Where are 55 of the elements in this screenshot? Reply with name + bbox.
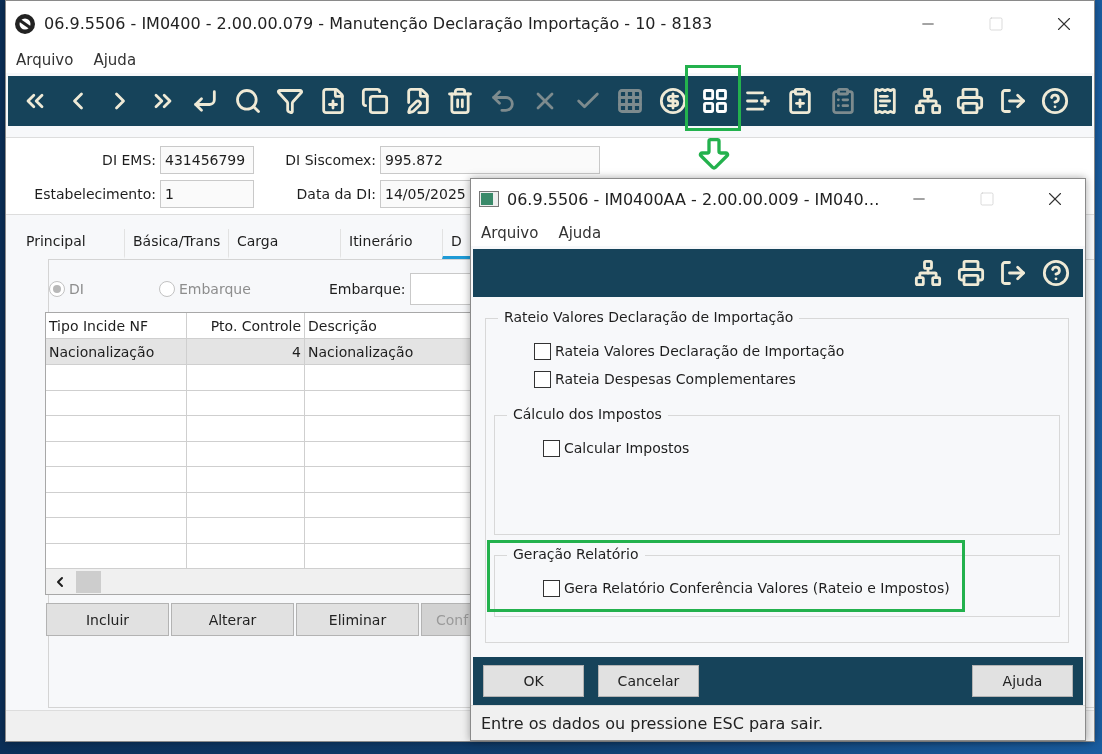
checkbox-label: Gera Relatório Conferência Valores (Rateio e Impostos)	[564, 580, 950, 596]
group-title: Rateio Valores Declaração de Importação	[498, 309, 800, 325]
group-title: Geração Relatório	[507, 546, 645, 562]
copy-icon[interactable]	[361, 87, 390, 115]
table-cell: 4	[187, 339, 305, 364]
field-label: DI Siscomex:	[284, 152, 376, 168]
logo-icon	[14, 12, 36, 35]
action-button[interactable]: Eliminar	[296, 603, 419, 636]
column-header: Tipo Incide NF	[46, 313, 187, 338]
tree-icon[interactable]	[914, 259, 943, 287]
help-icon[interactable]	[1041, 259, 1070, 287]
trash-icon[interactable]	[446, 87, 475, 115]
filter-icon[interactable]	[276, 87, 305, 115]
search-icon[interactable]	[233, 87, 262, 115]
action-button[interactable]: Alterar	[171, 603, 294, 636]
field-label: Data da DI:	[295, 186, 376, 202]
checkbox[interactable]	[534, 370, 551, 388]
dialog-button[interactable]: Ajuda	[972, 665, 1073, 697]
menu-item[interactable]: Arquivo	[16, 50, 74, 69]
column-header: Pto. Controle	[187, 313, 305, 338]
scrollbar-thumb[interactable]	[76, 570, 101, 593]
dialog-button[interactable]: Cancelar	[598, 665, 699, 697]
exit-icon[interactable]	[998, 87, 1027, 115]
four-squares-icon[interactable]	[701, 87, 730, 115]
checkbox-label: Calcular Impostos	[564, 440, 690, 456]
dialog-button[interactable]: OK	[483, 665, 584, 697]
menu-item[interactable]: Ajuda	[558, 223, 602, 242]
checkbox-label: Rateia Valores Declaração de Importação	[555, 343, 845, 359]
status-text: Entre os dados ou pressione ESC para sair.	[481, 713, 824, 733]
tree-icon[interactable]	[913, 87, 942, 115]
input-field[interactable]: 431456799	[160, 146, 254, 174]
menu-item[interactable]: Ajuda	[93, 50, 137, 69]
input-field[interactable]: 1	[160, 180, 254, 208]
field-label: Estabelecimento:	[33, 186, 156, 202]
field-label: DI EMS:	[101, 152, 156, 168]
window-icon	[479, 191, 499, 207]
group-title: Cálculo dos Impostos	[507, 406, 668, 422]
field-label: Embarque:	[329, 281, 406, 297]
exit-icon[interactable]	[999, 259, 1028, 287]
checkbox[interactable]	[543, 579, 560, 597]
dollar-icon[interactable]	[658, 87, 687, 115]
checkbox[interactable]	[534, 342, 551, 360]
tab[interactable]: Principal	[18, 229, 124, 259]
checkbox-label: Rateia Despesas Complementares	[555, 371, 796, 387]
menu-item[interactable]: Arquivo	[481, 223, 539, 242]
highlight-frame	[685, 65, 741, 131]
action-button[interactable]: Incluir	[46, 603, 169, 636]
printer-icon[interactable]	[956, 87, 985, 115]
help-icon[interactable]	[1041, 87, 1070, 115]
printer-icon[interactable]	[956, 259, 985, 287]
window-title: 06.9.5506 - IM0400AA - 2.00.00.009 - IM040…	[507, 189, 881, 209]
input-field[interactable]: 995.872	[380, 146, 600, 174]
table-cell: Nacionalização	[46, 339, 187, 364]
window-title: 06.9.5506 - IM0400 - 2.00.00.079 - Manutenção Declaração Importação - 10 - 8183	[44, 14, 714, 33]
checkbox[interactable]	[543, 439, 560, 457]
